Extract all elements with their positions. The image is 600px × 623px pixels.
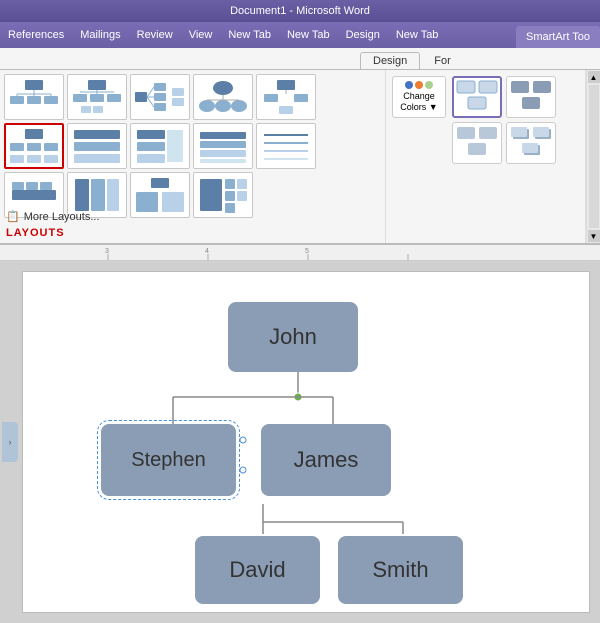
layout-item-9[interactable] bbox=[193, 123, 253, 169]
menu-review[interactable]: Review bbox=[129, 26, 181, 44]
menu-mailings[interactable]: Mailings bbox=[72, 26, 128, 44]
layout-item-7[interactable] bbox=[67, 123, 127, 169]
color-dot-blue bbox=[405, 81, 413, 89]
layout-item-4[interactable] bbox=[193, 74, 253, 120]
smartart-styles-panel: ChangeColors ▼ bbox=[386, 70, 586, 243]
node-david[interactable]: David bbox=[195, 536, 320, 604]
smartart-tools-tab[interactable]: SmartArt Too bbox=[516, 26, 600, 48]
scroll-down-button[interactable]: ▼ bbox=[588, 230, 600, 242]
layouts-panel: 📋 More Layouts... LAYOUTS bbox=[0, 70, 386, 243]
color-dot-orange bbox=[415, 81, 423, 89]
layout-item-6[interactable] bbox=[4, 123, 64, 169]
layout-item-8[interactable] bbox=[130, 123, 190, 169]
menu-newtab1[interactable]: New Tab bbox=[220, 26, 279, 44]
layouts-label: LAYOUTS bbox=[6, 227, 65, 239]
change-colors-label: ChangeColors ▼ bbox=[400, 91, 437, 113]
node-john[interactable]: John bbox=[228, 302, 358, 372]
node-james[interactable]: James bbox=[261, 424, 391, 496]
layout-item-5[interactable] bbox=[256, 74, 316, 120]
menu-newtab2[interactable]: New Tab bbox=[279, 26, 338, 44]
layout-item-14[interactable] bbox=[193, 172, 253, 218]
expand-panel-button[interactable]: › bbox=[2, 422, 18, 462]
style-item-1[interactable] bbox=[452, 76, 502, 118]
org-chart: John Stephen James David Smith bbox=[33, 282, 579, 602]
ribbon-scrollbar[interactable]: ▲ ▼ bbox=[586, 70, 600, 243]
title-text: Document1 - Microsoft Word bbox=[230, 5, 370, 17]
style-item-2[interactable] bbox=[506, 76, 556, 118]
style-item-3[interactable] bbox=[452, 122, 502, 164]
layout-item-2[interactable] bbox=[67, 74, 127, 120]
more-layouts-link[interactable]: 📋 More Layouts... bbox=[6, 210, 100, 223]
scroll-up-button[interactable]: ▲ bbox=[588, 71, 600, 83]
menu-view[interactable]: View bbox=[181, 26, 221, 44]
ruler: 3 4 5 bbox=[0, 245, 600, 261]
layout-item-13[interactable] bbox=[130, 172, 190, 218]
title-bar: Document1 - Microsoft Word bbox=[0, 0, 600, 22]
tab-for[interactable]: For bbox=[422, 53, 463, 69]
left-panel: › bbox=[0, 261, 20, 623]
layout-item-3[interactable] bbox=[130, 74, 190, 120]
more-layouts-text[interactable]: More Layouts... bbox=[24, 211, 100, 223]
layout-item-1[interactable] bbox=[4, 74, 64, 120]
svg-text:5: 5 bbox=[305, 248, 309, 255]
menu-design[interactable]: Design bbox=[338, 26, 388, 44]
change-colors-button[interactable]: ChangeColors ▼ bbox=[392, 76, 446, 118]
menu-newtab3[interactable]: New Tab bbox=[388, 26, 447, 44]
document-canvas: John Stephen James David Smith bbox=[22, 271, 590, 613]
layouts-icon: 📋 bbox=[6, 210, 20, 223]
document-area: › bbox=[0, 261, 600, 623]
menu-references[interactable]: References bbox=[0, 26, 72, 44]
svg-text:4: 4 bbox=[205, 248, 209, 255]
tab-design[interactable]: Design bbox=[360, 52, 420, 69]
svg-text:3: 3 bbox=[105, 248, 109, 255]
color-dot-green bbox=[425, 81, 433, 89]
node-smith[interactable]: Smith bbox=[338, 536, 463, 604]
style-item-4[interactable] bbox=[506, 122, 556, 164]
layout-item-10[interactable] bbox=[256, 123, 316, 169]
node-stephen[interactable]: Stephen bbox=[101, 424, 236, 496]
